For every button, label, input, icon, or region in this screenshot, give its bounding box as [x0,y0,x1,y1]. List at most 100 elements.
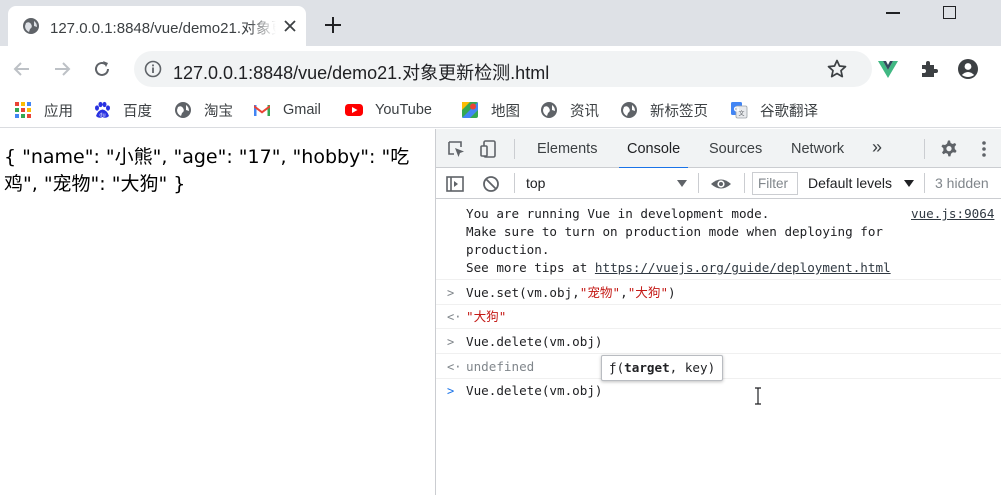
devtools-tab-bar: Elements Console Sources Network » [436,129,1001,169]
browser-toolbar: 127.0.0.1:8848/vue/demo21.对象更新检测.html [0,46,1001,92]
extensions-puzzle-icon[interactable] [918,58,940,80]
console-message: Make sure to turn on production mode whe… [466,224,884,239]
globe-icon [23,18,39,34]
toolbar-divider [514,173,515,193]
bookmark-new-tab[interactable]: 新标签页 [620,101,708,120]
bookmark-maps[interactable]: 地图 [461,101,520,120]
gear-icon[interactable] [938,139,958,159]
address-bar[interactable]: 127.0.0.1:8848/vue/demo21.对象更新检测.html [134,51,872,87]
code-text: , [620,285,628,300]
sidebar-toggle-icon[interactable] [445,174,465,194]
bookmark-label: 谷歌翻译 [760,103,818,120]
console-command: Vue.set(vm.obj,"宠物","大狗") [466,284,676,302]
tab-elements[interactable]: Elements [537,129,597,168]
reload-icon[interactable] [91,58,113,80]
new-tab-plus-icon[interactable] [322,14,344,36]
log-levels-dropdown[interactable]: Default levels [808,175,892,191]
apps-grid-icon [15,102,31,118]
console-message: You are running Vue in development mode. [466,206,770,221]
deployment-link[interactable]: https://vuejs.org/guide/deployment.html [595,260,891,275]
back-arrow-icon[interactable] [11,58,33,80]
toolbar-divider [924,173,925,193]
code-text: ) [668,285,676,300]
message-text: See more tips at [466,260,595,275]
tab-console[interactable]: Console [618,129,689,169]
profile-avatar-icon[interactable] [957,58,979,80]
tab-strip: 127.0.0.1:8848/vue/demo21.对象更新检测.html [0,0,1001,46]
console-input[interactable]: Vue.delete(vm.obj) [466,382,602,400]
bookmark-translate[interactable]: G 文 谷歌翻译 [730,101,818,120]
clear-console-icon[interactable] [481,174,501,194]
close-icon[interactable] [282,18,298,34]
browser-tab[interactable]: 127.0.0.1:8848/vue/demo21.对象更新检测.html [8,6,306,46]
toolbar-divider [514,139,515,159]
maximize-button[interactable] [943,6,956,19]
bookmark-label: 应用 [44,103,73,120]
more-tabs-chevron-icon[interactable]: » [872,137,882,158]
bookmarks-bar: 应用 du 百度 淘宝 Gmail YouTube 地图 资讯 新标签页 G 文… [0,92,1001,128]
gmail-icon [254,105,270,116]
tab-network[interactable]: Network [791,129,844,168]
console-result: undefined [466,359,535,374]
maps-icon [462,102,478,118]
toolbar-divider [744,173,745,193]
bookmark-apps[interactable]: 应用 [14,101,73,120]
input-chevron-icon: > [447,286,455,300]
string-literal: "大狗" [627,285,669,300]
bookmark-label: 百度 [123,103,152,120]
prompt-chevron-icon: > [447,384,455,398]
message-divider [436,328,1001,329]
baidu-paw-icon: du [95,101,110,119]
console-message: production. [466,242,550,257]
bookmark-youtube[interactable]: YouTube [345,101,432,119]
text-cursor-icon [755,387,761,405]
hidden-messages-count: 3 hidden [935,175,989,191]
tab-title: 127.0.0.1:8848/vue/demo21.对象更新检测.html [50,20,276,37]
bookmark-label: 淘宝 [204,103,233,120]
info-icon[interactable] [144,60,162,78]
bookmark-taobao[interactable]: 淘宝 [174,101,233,120]
tooltip-text: ƒ( [609,360,625,375]
svg-text:du: du [99,113,105,119]
bookmark-news[interactable]: 资讯 [540,101,599,120]
message-divider [436,353,1001,354]
source-link[interactable]: vue.js:9064 [911,205,994,223]
devtools-panel: Elements Console Sources Network » top F… [435,129,1001,495]
bookmark-label: 资讯 [570,103,599,120]
bookmark-label: 新标签页 [650,103,708,120]
result-arrow-icon: <· [447,360,462,374]
console-filter-input[interactable]: Filter [752,172,798,195]
page-viewport: { "name": "小熊", "age": "17", "hobby": "吃… [0,129,435,495]
translate-icon: G 文 [731,102,748,119]
bookmark-gmail[interactable]: Gmail [253,101,321,119]
bookmark-star-icon[interactable] [826,58,848,80]
tab-sources[interactable]: Sources [709,129,762,168]
console-filter-bar: top Filter Default levels 3 hidden [436,168,1001,199]
youtube-icon [345,104,363,116]
console-message: See more tips at https://vuejs.org/guide… [466,259,891,277]
object-json-output: { "name": "小熊", "age": "17", "hobby": "吃… [4,146,410,195]
input-chevron-icon: > [447,335,455,349]
globe-icon [175,102,191,118]
inspect-element-icon[interactable] [446,139,466,159]
tooltip-text: , key) [669,360,716,375]
vue-devtools-icon[interactable] [877,58,899,80]
globe-icon [621,102,637,118]
url-text[interactable]: 127.0.0.1:8848/vue/demo21.对象更新检测.html [173,59,549,85]
eye-icon[interactable] [710,174,732,194]
chevron-down-icon [904,180,914,187]
forward-arrow-icon[interactable] [51,58,73,80]
context-selector[interactable]: top [526,175,545,191]
bookmark-baidu[interactable]: du 百度 [93,101,152,120]
signature-tooltip: ƒ(target, key) [601,355,724,381]
message-divider [436,304,1001,305]
string-literal: "宠物" [579,285,621,300]
code-text: Vue.set(vm.obj, [466,285,580,300]
device-toolbar-icon[interactable] [479,139,499,159]
globe-icon [541,102,557,118]
tooltip-param: target [624,360,670,375]
toolbar-divider [924,139,925,159]
kebab-menu-icon[interactable] [974,139,994,159]
minimize-button[interactable] [886,12,900,14]
message-divider [436,279,1001,280]
